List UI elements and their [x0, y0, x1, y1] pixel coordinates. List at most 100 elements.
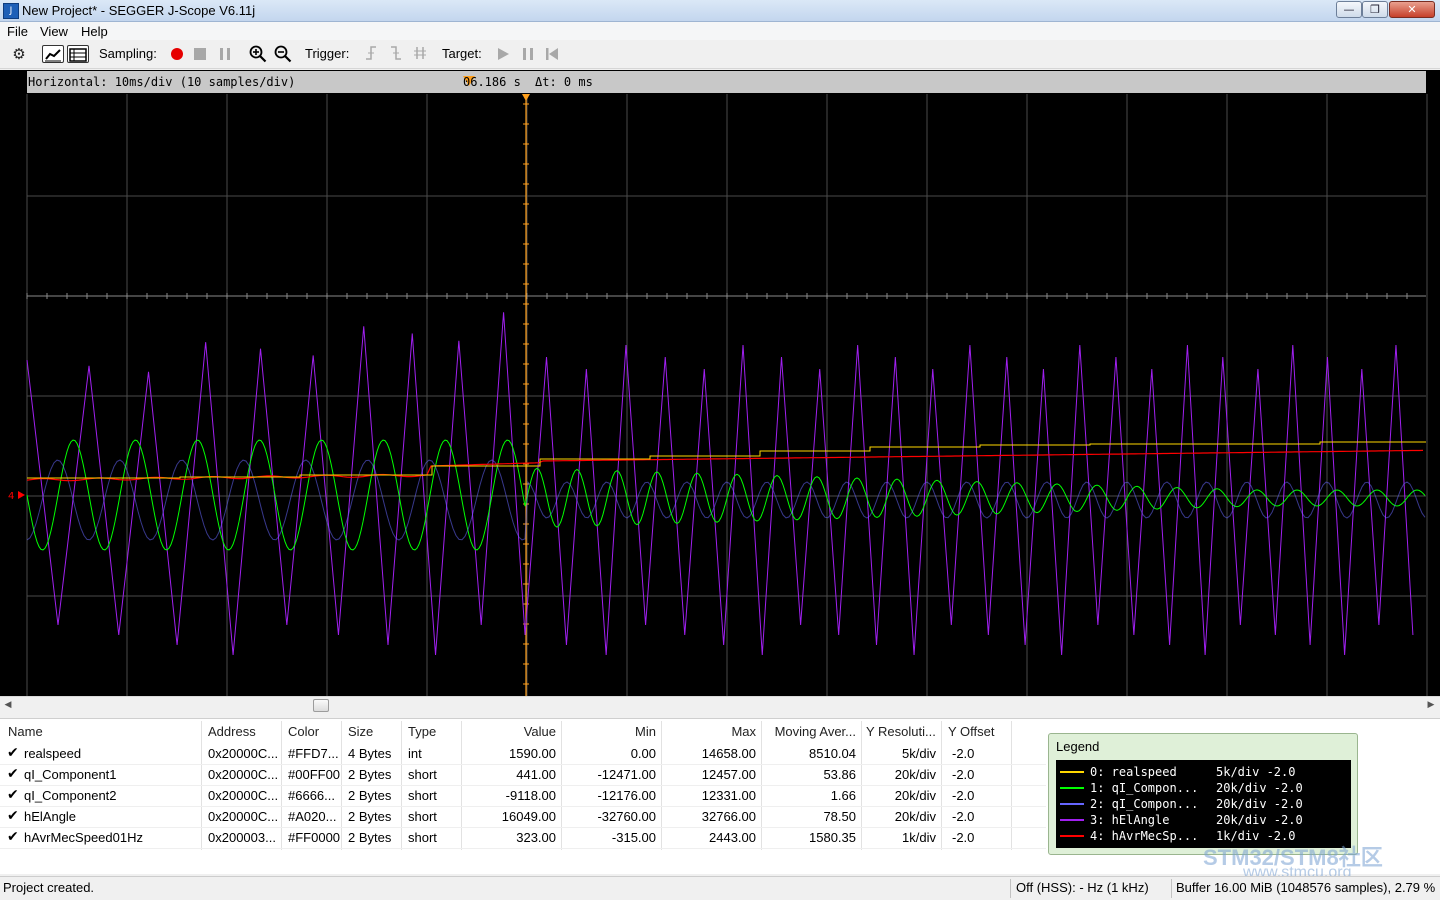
trigger-label: Trigger: [305, 46, 350, 61]
legend-entry[interactable]: 2: qI_Compon... 20k/div -2.0 [1056, 796, 1351, 812]
legend-label: 2: qI_Compon... [1090, 797, 1199, 811]
legend-label: 1: qI_Compon... [1090, 781, 1199, 795]
cell-value: 1590.00 [509, 746, 556, 761]
settings-gear-icon[interactable]: ⚙ [10, 45, 28, 63]
cell-size: 2 Bytes [348, 767, 392, 782]
legend-panel[interactable]: Legend 0: realspeed 5k/div -2.0 1: qI_Comp… [1048, 733, 1358, 855]
horizontal-scale-label: Horizontal: 10ms/div (10 samples/div) [28, 75, 296, 89]
cell-yres: 20k/div [894, 788, 936, 803]
status-separator [1010, 879, 1011, 898]
table-row[interactable]: ✔ qI_Component1 0x20000C... #00FF00 2 Bytes s… [0, 764, 1046, 785]
horizontal-scrollbar[interactable]: ◀ ▶ [0, 696, 1440, 713]
maximize-button[interactable]: ❐ [1362, 1, 1388, 18]
table-row[interactable]: ✔ realspeed 0x20000C... #FFD7... 4 Bytes int 1… [0, 743, 1046, 764]
target-reset-icon[interactable] [543, 45, 561, 63]
zoom-out-icon[interactable] [274, 45, 292, 63]
trigger-both-icon[interactable] [411, 45, 429, 63]
cell-name: realspeed [24, 746, 82, 761]
sampling-label: Sampling: [99, 46, 157, 61]
cell-address: 0x20000C... [208, 788, 279, 803]
scope-view-icon[interactable] [42, 45, 64, 63]
title-bar: J New Project* - SEGGER J-Scope V6.11j —… [0, 0, 1440, 22]
cell-name: hElAngle [24, 809, 77, 824]
zoom-in-icon[interactable] [249, 45, 267, 63]
cursor-top-marker [522, 94, 530, 101]
target-run-icon[interactable] [494, 45, 512, 63]
cell-type: short [408, 788, 437, 803]
menu-bar: File View Help [0, 22, 1440, 40]
record-icon[interactable] [168, 45, 186, 63]
cell-min: -315.00 [611, 830, 656, 845]
scroll-right-icon[interactable]: ▶ [1424, 698, 1438, 712]
legend-resolution: 5k/div -2.0 [1216, 765, 1296, 779]
cell-name: qI_Component1 [24, 767, 117, 782]
visibility-checkmark-icon[interactable]: ✔ [7, 743, 19, 764]
menu-file[interactable]: File [7, 24, 28, 39]
column-header[interactable]: Name [8, 721, 98, 742]
column-header[interactable]: Max [662, 721, 756, 742]
cursor-time-label: 06.186 s [463, 75, 521, 89]
legend-label: 0: realspeed [1090, 765, 1177, 779]
legend-swatch [1060, 819, 1084, 821]
cell-value: 16049.00 [501, 809, 556, 824]
menu-view[interactable]: View [40, 24, 68, 39]
horizontal-info-bar: Horizontal: 10ms/div (10 samples/div) 06… [27, 71, 1426, 93]
cell-max: 12457.00 [701, 767, 756, 782]
cell-avg: 1580.35 [809, 830, 856, 845]
status-hss: Off (HSS): - Hz (1 kHz) [1016, 880, 1149, 895]
cell-max: 14658.00 [701, 746, 756, 761]
cell-max: 12331.00 [701, 788, 756, 803]
minimize-button[interactable]: — [1336, 1, 1362, 18]
visibility-checkmark-icon[interactable]: ✔ [7, 827, 19, 848]
legend-resolution: 20k/div -2.0 [1216, 781, 1303, 795]
cell-yres: 20k/div [894, 809, 936, 824]
legend-entry[interactable]: 1: qI_Compon... 20k/div -2.0 [1056, 780, 1351, 796]
cell-type: short [408, 809, 437, 824]
channel-zero-label: 4 [8, 491, 14, 502]
table-row[interactable]: ✔ hElAngle 0x20000C... #A020... 2 Bytes short… [0, 806, 1046, 827]
cell-avg: 53.86 [823, 767, 856, 782]
cell-color: #FF0000 [288, 830, 341, 845]
target-label: Target: [442, 46, 482, 61]
cell-avg: 8510.04 [809, 746, 856, 761]
visibility-checkmark-icon[interactable]: ✔ [7, 806, 19, 827]
column-header[interactable]: Y Resoluti... [866, 721, 956, 742]
scroll-thumb[interactable] [313, 699, 329, 712]
target-halt-icon[interactable] [519, 45, 537, 63]
cell-avg: 1.66 [830, 788, 856, 803]
column-header[interactable]: Min [562, 721, 656, 742]
scope-plot[interactable]: 4 [0, 70, 1440, 696]
status-separator [1171, 879, 1172, 898]
cell-min: -12176.00 [597, 788, 656, 803]
column-header[interactable]: Y Offset [948, 721, 1038, 742]
visibility-checkmark-icon[interactable]: ✔ [7, 785, 19, 806]
trigger-rising-icon[interactable] [362, 45, 380, 63]
cell-color: #00FF00 [288, 767, 341, 782]
cell-yoff: -2.0 [952, 830, 975, 845]
delta-t-label: Δt: 0 ms [535, 75, 593, 89]
cell-max: 32766.00 [701, 809, 756, 824]
visibility-checkmark-icon[interactable]: ✔ [7, 764, 19, 785]
table-row[interactable]: ✔ qI_Component2 0x20000C... #6666... 2 Bytes… [0, 785, 1046, 806]
scope-display[interactable]: 4 Horizontal: 10ms/div (10 samples/div) … [0, 70, 1440, 696]
cell-min: 0.00 [630, 746, 656, 761]
table-row[interactable]: ✔ hAvrMecSpeed01Hz 0x200003... #FF0000 2 Byt… [0, 827, 1046, 848]
cell-yres: 5k/div [902, 746, 936, 761]
column-header[interactable]: Value [462, 721, 556, 742]
close-button[interactable]: ✕ [1389, 1, 1435, 18]
menu-help[interactable]: Help [81, 24, 108, 39]
scroll-left-icon[interactable]: ◀ [1, 698, 15, 712]
cell-address: 0x200003... [208, 830, 276, 845]
cell-address: 0x20000C... [208, 746, 279, 761]
pause-icon[interactable] [216, 45, 234, 63]
trigger-falling-icon[interactable] [387, 45, 405, 63]
legend-entry[interactable]: 3: hElAngle 20k/div -2.0 [1056, 812, 1351, 828]
table-view-icon[interactable] [67, 45, 89, 63]
cell-yoff: -2.0 [952, 746, 975, 761]
cell-value: 323.00 [516, 830, 556, 845]
legend-label: 4: hAvrMecSp... [1090, 829, 1199, 843]
column-header[interactable]: Moving Aver... [762, 721, 856, 742]
stop-icon[interactable] [191, 45, 209, 63]
legend-entry[interactable]: 0: realspeed 5k/div -2.0 [1056, 764, 1351, 780]
column-header[interactable]: Address [208, 721, 298, 742]
